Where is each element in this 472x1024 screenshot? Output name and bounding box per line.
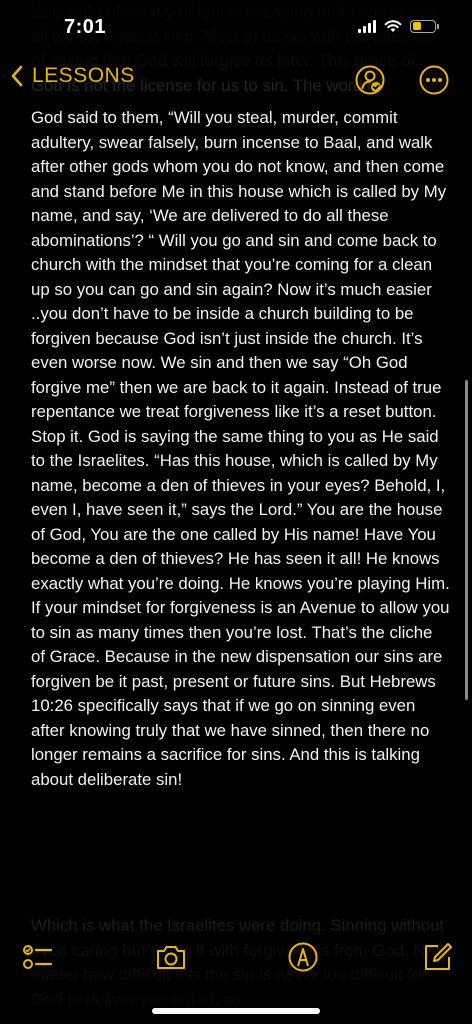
chevron-left-icon	[11, 65, 23, 87]
battery-icon	[410, 19, 439, 33]
camera-icon[interactable]	[154, 940, 188, 974]
scrollbar[interactable]	[465, 380, 468, 700]
compose-icon[interactable]	[420, 940, 454, 974]
home-indicator[interactable]	[152, 1008, 320, 1014]
bottom-toolbar	[0, 940, 472, 990]
back-button-label: LESSONS	[32, 64, 135, 87]
ellipsis-circle-icon[interactable]	[418, 64, 450, 96]
checklist-icon[interactable]	[20, 940, 54, 974]
cellular-signal-icon	[358, 19, 376, 33]
pen-circle-icon[interactable]	[286, 940, 320, 974]
wifi-icon	[384, 20, 402, 32]
status-time: 7:01	[64, 16, 107, 38]
person-share-icon[interactable]	[354, 64, 386, 96]
back-button[interactable]: LESSONS	[10, 64, 135, 88]
navigation-bar: LESSONS	[0, 56, 472, 106]
note-body-text[interactable]: God said to them, “Will you steal, murde…	[31, 106, 451, 914]
status-bar: 7:01	[0, 0, 472, 56]
status-icons	[358, 19, 439, 33]
nav-actions	[354, 64, 450, 96]
